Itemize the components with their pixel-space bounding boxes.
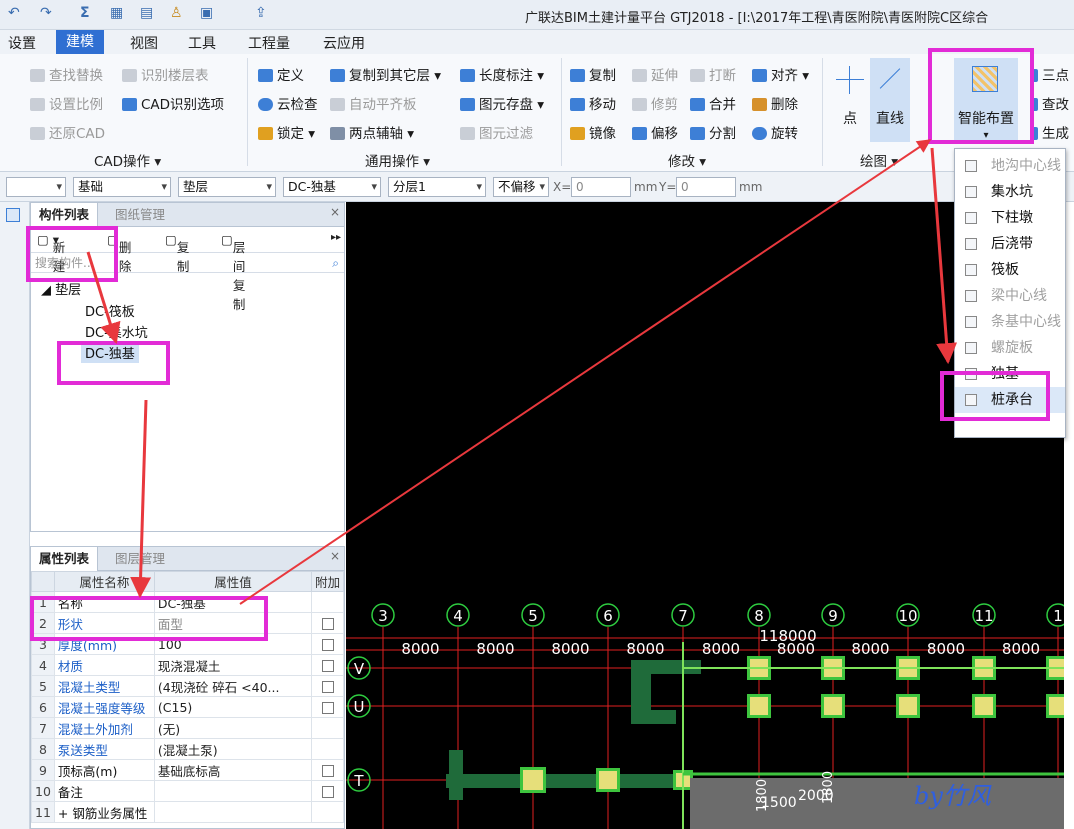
annotation-arrows bbox=[86, 139, 958, 605]
arrow-item-to-shape bbox=[130, 399, 152, 599]
arrow-new-to-item bbox=[86, 251, 121, 345]
arrow-smart-to-pile bbox=[930, 147, 958, 365]
arrow-shape-to-smart bbox=[239, 139, 932, 605]
